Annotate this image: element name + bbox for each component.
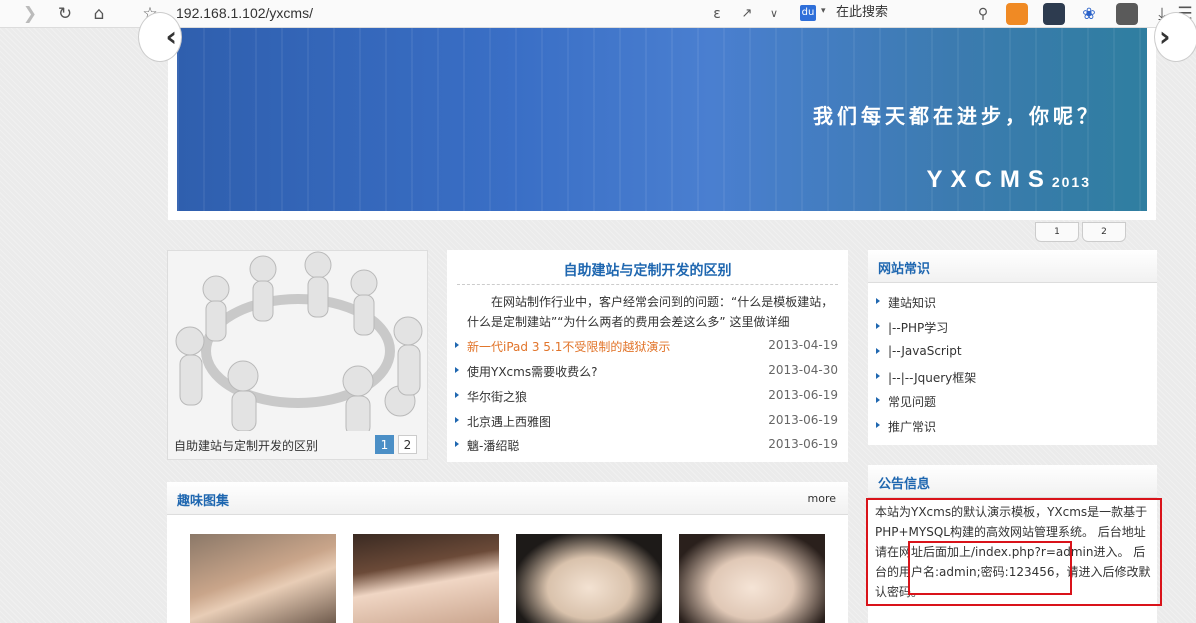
bullet-arrow-icon [876,373,880,379]
news-divider [457,284,838,285]
bullet-arrow-icon [455,367,459,373]
bullet-arrow-icon [876,298,880,304]
slide-page-2[interactable]: 2 [398,435,417,454]
news-item[interactable]: 北京遇上西雅图 2013-06-19 [455,411,838,431]
banner-brand-text: YXCMS [926,166,1052,193]
banner-prev-arrow-icon[interactable]: ‹ [138,12,182,62]
bullet-arrow-icon [876,422,880,428]
banner-slogan: 我们每天都在进步，你呢？ [813,104,1101,128]
news-item-date: 2013-06-19 [768,388,838,402]
banner-page-1[interactable]: 1 [1035,222,1079,242]
knowledge-item-label[interactable]: |--|--Jquery框架 [888,369,976,386]
caret-down-icon[interactable]: ▾ [821,6,826,16]
news-item-date: 2013-04-19 [768,338,838,352]
bullet-arrow-icon [876,397,880,403]
bullet-arrow-icon [876,348,880,354]
knowledge-panel: 网站常识 建站知识 |--PHP学习 |--JavaScript |--|--J… [868,250,1157,445]
news-item[interactable]: 新一代iPad 3 5.1不受限制的越狱演示 2013-04-19 [455,336,838,356]
bullet-arrow-icon [876,323,880,329]
gallery-thumbnail[interactable] [679,534,825,623]
slide-caption[interactable]: 自助建站与定制开发的区别 [174,437,318,454]
banner-brand: YXCMS2013 [926,166,1091,194]
tv-extension-icon[interactable] [1043,3,1065,25]
back-icon[interactable]: ❯ [20,4,40,24]
chevron-down-icon[interactable]: ∨ [764,4,784,24]
search-icon[interactable]: ⚲ [973,4,993,24]
news-item-date: 2013-04-30 [768,363,838,377]
game-extension-icon[interactable] [1006,3,1028,25]
knowledge-item-label[interactable]: 常见问题 [888,393,936,410]
search-engine-icon[interactable]: du [800,5,816,21]
banner-next-arrow-icon[interactable]: › [1154,12,1196,62]
knowledge-header: 网站常识 [868,250,1157,283]
user-avatar-icon[interactable] [1116,3,1138,25]
news-item[interactable]: 华尔街之狼 2013-06-19 [455,386,838,406]
news-item-date: 2013-06-19 [768,413,838,427]
search-box[interactable]: du ▾ 在此搜索 [800,3,996,24]
notice-title: 公告信息 [878,477,931,492]
news-item-title[interactable]: 华尔街之狼 [467,388,527,405]
home-icon[interactable]: ⌂ [89,4,109,24]
gallery-title: 趣味图集 [177,494,230,509]
bullet-arrow-icon [455,342,459,348]
news-item-title[interactable]: 新一代iPad 3 5.1不受限制的越狱演示 [467,338,670,355]
address-bar[interactable]: 192.168.1.102/yxcms/ [176,4,313,22]
news-item-date: 2013-06-19 [768,437,838,451]
network-extension-icon[interactable]: ❀ [1078,3,1100,25]
banner-page-2[interactable]: 2 [1082,222,1126,242]
bullet-arrow-icon [455,417,459,423]
banner-image[interactable]: 我们每天都在进步，你呢？ YXCMS2013 [177,28,1147,211]
knowledge-title: 网站常识 [878,262,931,277]
news-panel: 自助建站与定制开发的区别 在网站制作行业中，客户经常会问到的问题：“什么是模板建… [447,250,848,462]
news-item[interactable]: 使用YXcms需要收费么? 2013-04-30 [455,361,838,381]
banner-brand-year: 2013 [1051,174,1091,190]
news-item-title[interactable]: 使用YXcms需要收费么? [467,363,597,380]
credentials-annotation-box [908,541,1072,595]
bullet-arrow-icon [455,392,459,398]
gallery-more-link[interactable]: more [808,492,837,505]
slide-page-1[interactable]: 1 [375,435,394,454]
notice-panel: 公告信息 本站为YXcms的默认演示模板，YXcms是一款基于PHP+MYSQL… [866,465,1162,623]
news-item-title[interactable]: 魑-潘绍聪 [467,437,519,454]
knowledge-item-label[interactable]: |--PHP学习 [888,319,948,336]
gallery-thumbnail[interactable] [190,534,336,623]
news-headline[interactable]: 自助建站与定制开发的区别 [447,260,848,280]
feature-slide[interactable]: 自助建站与定制开发的区别 1 2 [167,250,428,460]
bullet-arrow-icon [455,441,459,447]
ie-mode-icon[interactable]: ε [707,4,727,24]
knowledge-item-label[interactable]: 推广常识 [888,418,936,435]
gallery-thumbnail[interactable] [516,534,662,623]
knowledge-item-label[interactable]: 建站知识 [888,294,936,311]
reload-icon[interactable]: ↻ [55,4,75,24]
share-icon[interactable]: ↗ [737,4,757,24]
gallery-thumbnail[interactable] [353,534,499,623]
news-item[interactable]: 魑-潘绍聪 2013-06-19 [455,435,838,455]
news-item-title[interactable]: 北京遇上西雅图 [467,413,551,430]
teamwork-figures-illustration [175,251,423,437]
browser-toolbar: ❯ ↻ ⌂ ☆ 192.168.1.102/yxcms/ ε ↗ ∨ du ▾ … [0,0,1196,28]
gallery-panel: 趣味图集 more [167,482,848,623]
knowledge-item-label[interactable]: |--JavaScript [888,344,962,358]
news-summary: 在网站制作行业中，客户经常会问到的问题：“什么是模板建站，什么是定制建站”“为什… [467,295,834,329]
notice-header: 公告信息 [868,465,1157,498]
gallery-header: 趣味图集 more [167,482,848,515]
search-input[interactable]: 在此搜索 [836,4,888,22]
